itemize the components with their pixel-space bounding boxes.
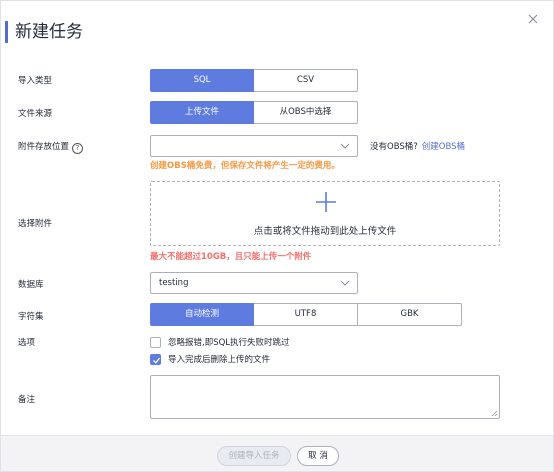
import-type-label: 导入类型 <box>18 76 53 86</box>
file-source-selector: 上传文件 从OBS中选择 <box>150 101 358 124</box>
obs-hint: 没有OBS桶? 创建OBS桶 <box>370 140 465 152</box>
delete-after-import-label: 导入完成后删除上传的文件 <box>168 355 271 365</box>
obs-bucket-select[interactable] <box>150 135 358 157</box>
database-select[interactable]: testing <box>150 272 358 294</box>
file-source-obs-option[interactable]: 从OBS中选择 <box>254 101 358 124</box>
ignore-errors-checkbox[interactable]: 忽略报错,即SQL执行失败时跳过 <box>150 336 290 348</box>
checkbox-unchecked[interactable] <box>150 336 161 348</box>
charset-label: 字符集 <box>18 312 44 322</box>
dialog-title: 新建任务 <box>15 22 83 42</box>
close-icon[interactable] <box>527 13 539 25</box>
import-type-selector: SQL CSV <box>150 69 358 92</box>
plus-icon <box>316 192 336 212</box>
charset-utf8-option[interactable]: UTF8 <box>254 303 358 326</box>
ignore-errors-label: 忽略报错,即SQL执行失败时跳过 <box>168 338 290 348</box>
create-import-task-button[interactable]: 创建导入任务 <box>217 446 291 466</box>
checkmark-icon <box>153 357 161 364</box>
file-source-label: 文件来源 <box>18 109 53 119</box>
charset-selector: 自动检测 UTF8 GBK <box>150 303 462 326</box>
attachment-location-label-row: 附件存放位置? <box>18 140 84 154</box>
cancel-button[interactable]: 取 消 <box>297 446 339 466</box>
upload-instruction: 点击或将文件拖动到此处上传文件 <box>253 226 397 237</box>
obs-fee-warning: 创建OBS桶免费，但保存文件将产生一定的费用。 <box>150 161 340 171</box>
remark-label: 备注 <box>18 395 36 405</box>
checkbox-checked[interactable] <box>150 353 161 365</box>
select-attachment-label: 选择附件 <box>18 219 53 229</box>
chevron-down-icon <box>340 143 350 149</box>
remark-textarea[interactable] <box>150 375 500 419</box>
options-label: 选项 <box>18 338 36 348</box>
dialog-footer: 创建导入任务 取 消 <box>1 435 553 471</box>
charset-gbk-option[interactable]: GBK <box>358 303 462 326</box>
import-type-sql-option[interactable]: SQL <box>150 69 254 92</box>
no-obs-bucket-text: 没有OBS桶? <box>370 142 418 152</box>
new-task-dialog: 新建任务 导入类型 SQL CSV 文件来源 上传文件 从OBS中选择 附件存放… <box>0 0 554 472</box>
attachment-location-label: 附件存放位置 <box>18 142 70 152</box>
file-upload-dropzone[interactable]: 点击或将文件拖动到此处上传文件 <box>150 181 500 246</box>
database-select-value: testing <box>159 278 189 288</box>
chevron-down-icon <box>340 280 350 286</box>
charset-auto-detect-option[interactable]: 自动检测 <box>150 303 254 326</box>
database-label: 数据库 <box>18 280 44 290</box>
create-obs-bucket-link[interactable]: 创建OBS桶 <box>422 142 465 152</box>
upload-limit-warning: 最大不能超过10GB，且只能上传一个附件 <box>150 252 312 262</box>
import-type-csv-option[interactable]: CSV <box>254 69 358 92</box>
file-source-upload-option[interactable]: 上传文件 <box>150 101 254 124</box>
resize-grip-icon[interactable] <box>491 410 498 417</box>
title-accent-bar <box>5 21 8 43</box>
help-icon[interactable]: ? <box>72 143 84 154</box>
delete-after-import-checkbox[interactable]: 导入完成后删除上传的文件 <box>150 353 270 365</box>
